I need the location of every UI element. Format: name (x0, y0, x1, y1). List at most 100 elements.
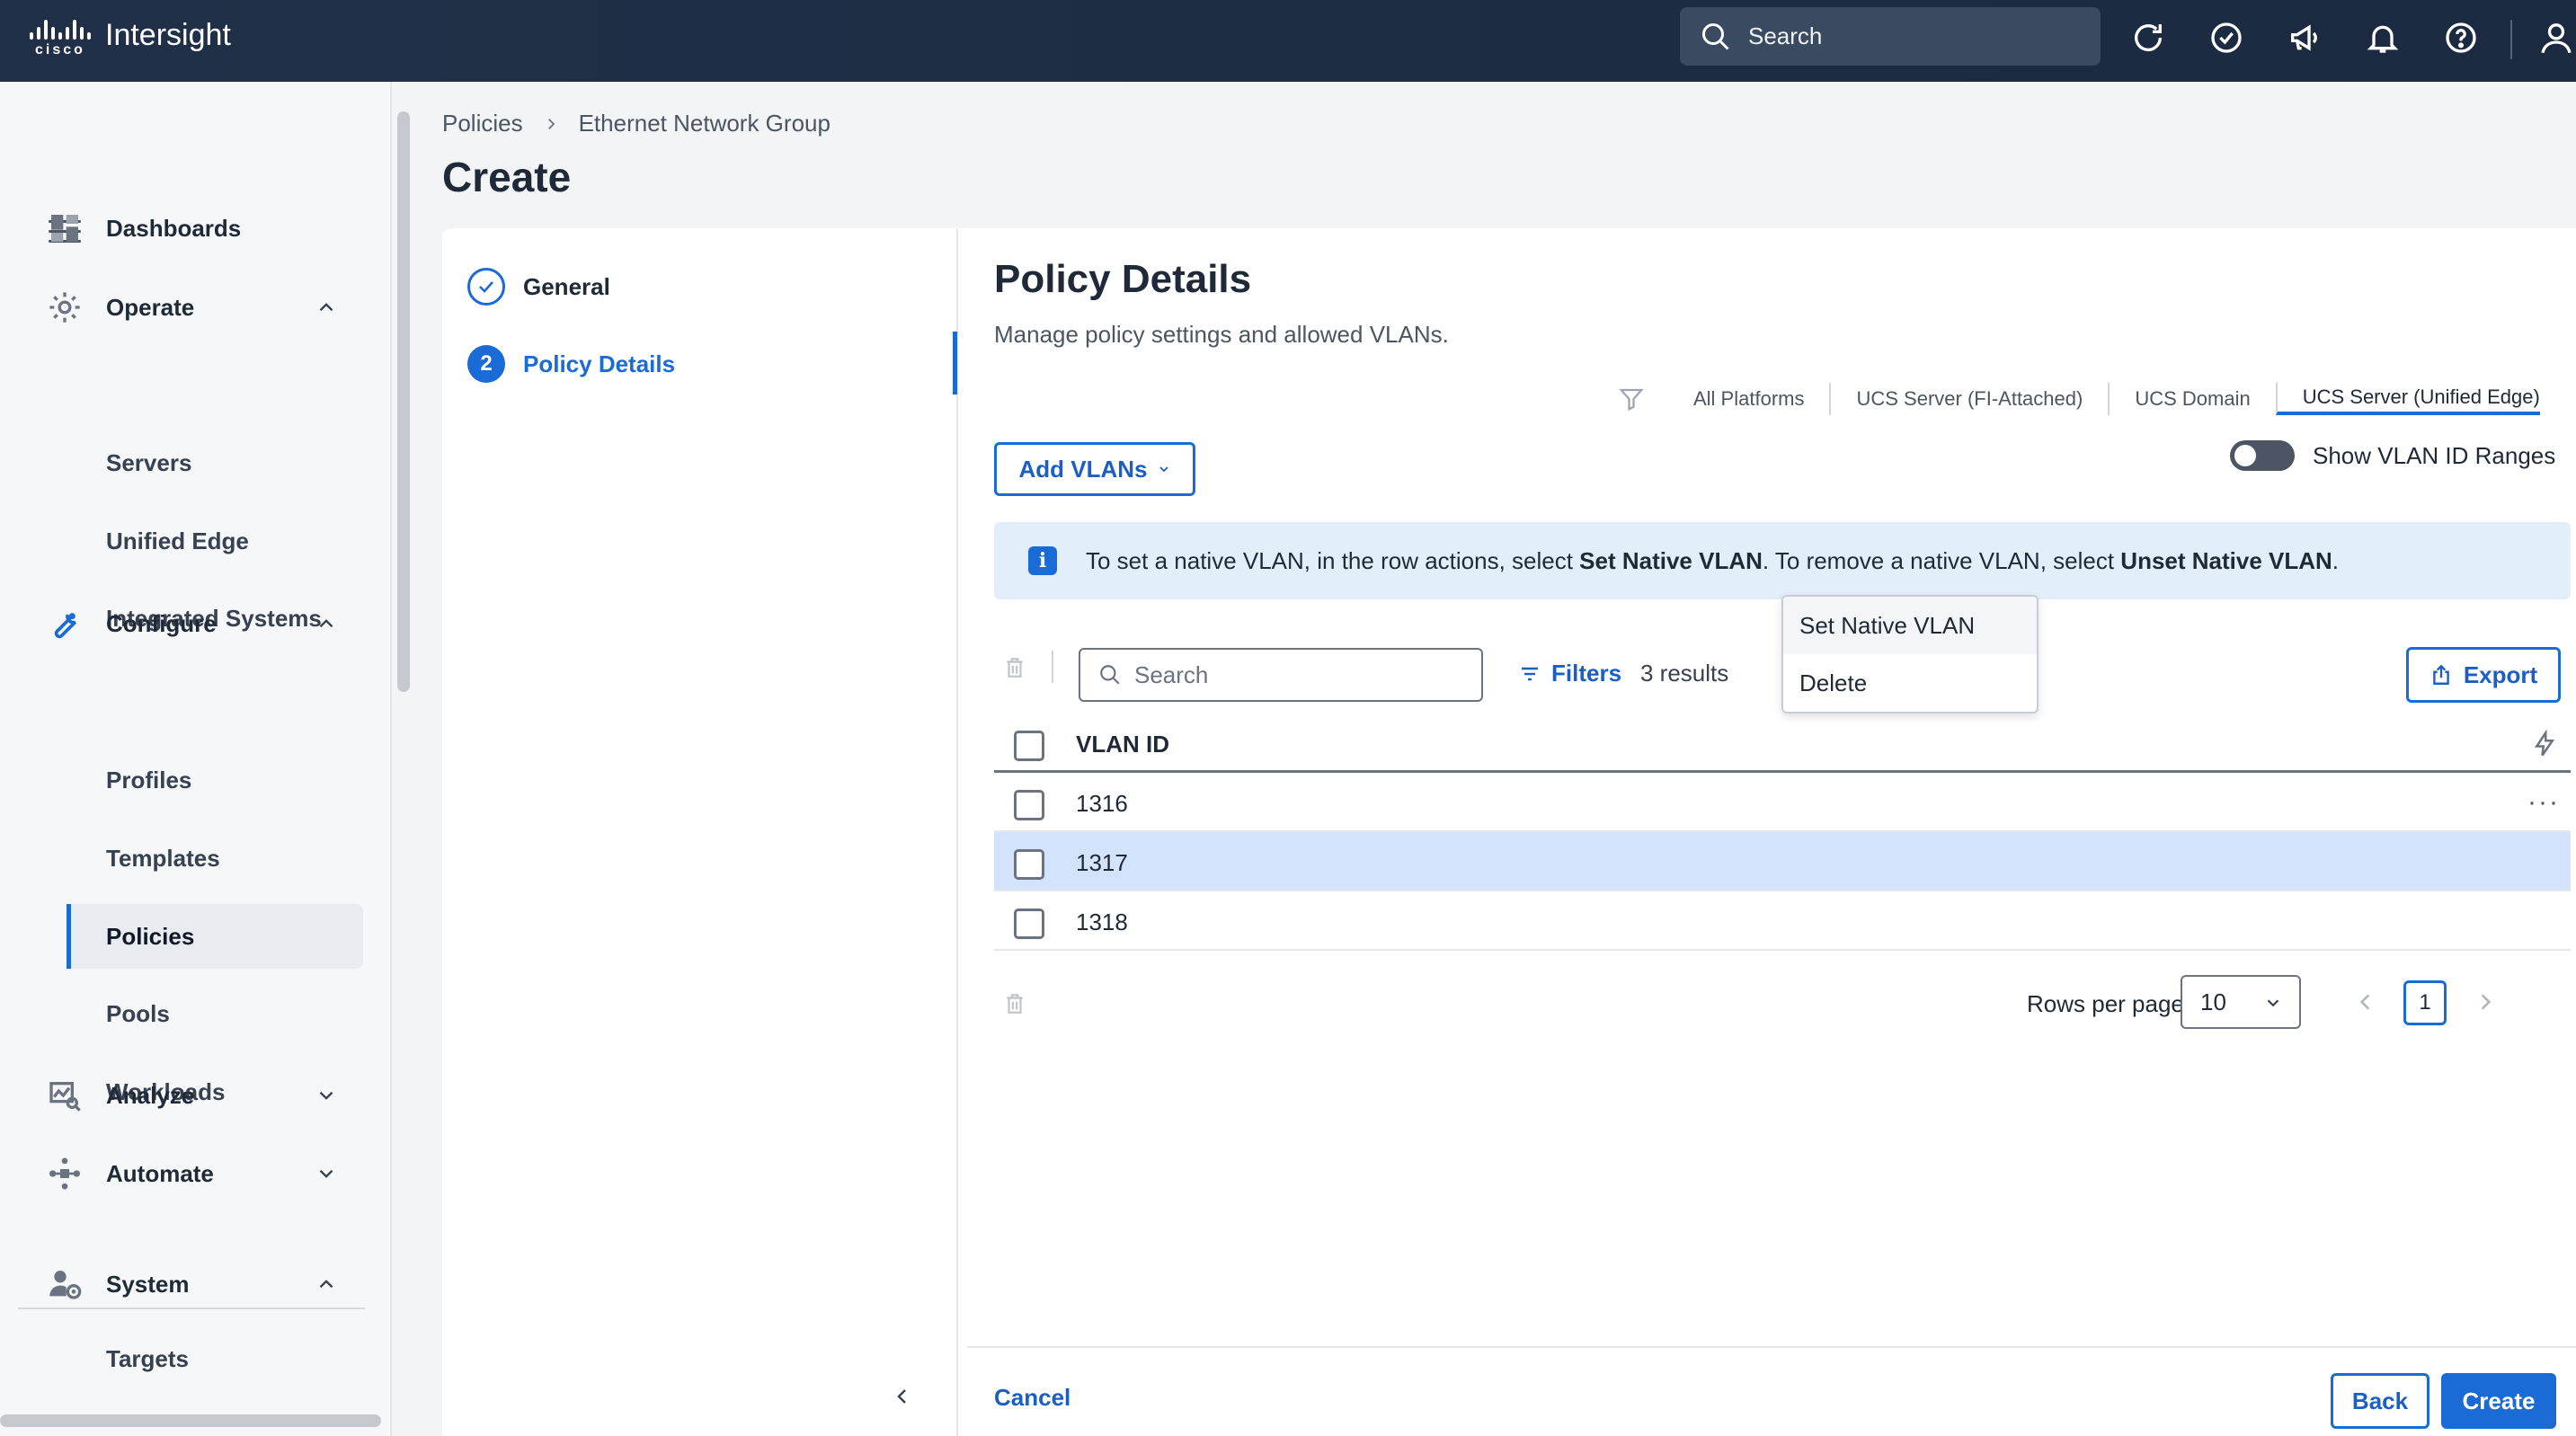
wizard-step-label: General (523, 272, 610, 300)
sidebar: Dashboards Operate Servers Unified Edge … (0, 82, 392, 1436)
sidebar-horizontal-scrollbar[interactable] (0, 1414, 381, 1427)
cancel-button[interactable]: Cancel (994, 1384, 1070, 1412)
sidebar-item-targets[interactable]: Targets (0, 1326, 365, 1391)
platform-tab-ucs-domain[interactable]: UCS Domain (2108, 383, 2275, 415)
wizard-step-general[interactable]: General (467, 268, 610, 306)
cisco-logo-word: cisco (35, 42, 85, 58)
sidebar-item-automate[interactable]: Automate (0, 1141, 365, 1206)
breadcrumb: Policies Ethernet Network Group (442, 110, 831, 137)
top-bar-divider (2510, 20, 2512, 59)
vlan-id-ranges-toggle[interactable]: Show VLAN ID Ranges (2230, 440, 2555, 471)
sidebar-item-system[interactable]: System (0, 1252, 365, 1316)
search-placeholder: Search (1134, 660, 1209, 688)
row-checkbox[interactable] (1014, 909, 1044, 939)
results-count: 3 results (1640, 660, 1729, 687)
operate-gear-icon (49, 292, 80, 323)
sidebar-vertical-scrollbar[interactable] (397, 111, 410, 692)
chevron-up-icon (319, 303, 333, 312)
prev-page-chevron-left-icon[interactable] (2354, 988, 2377, 1015)
wrench-icon (54, 613, 76, 639)
system-user-gear-icon (49, 1271, 82, 1299)
next-page-chevron-right-icon[interactable] (2474, 988, 2497, 1015)
platform-filter-tabs: All Platforms UCS Server (FI-Attached) U… (1618, 381, 2540, 417)
bell-icon[interactable] (2365, 20, 2401, 56)
chevron-down-icon (319, 1169, 333, 1178)
menu-item-delete[interactable]: Delete (1783, 654, 2037, 712)
sidebar-item-profiles[interactable]: Profiles (0, 748, 365, 812)
sidebar-item-pools[interactable]: Pools (0, 981, 365, 1046)
refresh-icon[interactable] (2130, 20, 2166, 56)
wizard-card: General 2 Policy Details Policy Details … (442, 228, 2576, 1436)
sidebar-item-operate[interactable]: Operate (0, 275, 365, 340)
sidebar-item-servers[interactable]: Servers (0, 430, 365, 495)
row-actions-menu: Set Native VLAN Delete (1781, 595, 2039, 714)
toggle-label: Show VLAN ID Ranges (2313, 441, 2556, 469)
rows-per-page-label: Rows per page (2027, 990, 2184, 1017)
platform-tab-ucs-server-fi-attached[interactable]: UCS Server (FI-Attached) (1829, 383, 2108, 415)
wizard-step-policy-details[interactable]: 2 Policy Details (467, 345, 675, 383)
check-circle-icon[interactable] (2208, 20, 2244, 56)
filters-button[interactable]: Filters (1519, 660, 1621, 687)
add-vlans-label: Add VLANs (1018, 455, 1148, 483)
row-checkbox[interactable] (1014, 849, 1044, 880)
chevron-up-icon (319, 619, 333, 628)
vlan-id-cell: 1316 (1076, 790, 1128, 817)
export-upload-icon (2433, 664, 2449, 685)
collapse-chevron-left-icon[interactable] (892, 1386, 913, 1407)
breadcrumb-policies-link[interactable]: Policies (442, 110, 523, 137)
toggle-switch[interactable] (2230, 440, 2295, 471)
sidebar-item-label: Operate (106, 293, 195, 321)
bulk-delete-trash-icon[interactable] (1003, 654, 1026, 681)
section-title: Policy Details (994, 257, 1252, 301)
row-checkbox[interactable] (1014, 790, 1044, 820)
sidebar-item-dashboards[interactable]: Dashboards (0, 196, 365, 261)
chevron-down-icon (319, 1091, 333, 1100)
info-icon: i (1028, 546, 1057, 575)
wizard-steps: General 2 Policy Details (442, 228, 958, 1436)
table-row[interactable]: 1317 (994, 832, 2571, 891)
top-bar: cisco Intersight Search (0, 0, 2576, 82)
create-button[interactable]: Create (2441, 1373, 2556, 1429)
rows-per-page-select[interactable]: 10 (2181, 975, 2301, 1029)
native-vlan-info-banner: i To set a native VLAN, in the row actio… (994, 522, 2571, 599)
back-button[interactable]: Back (2331, 1373, 2429, 1429)
analyze-chart-icon (49, 1082, 81, 1112)
sidebar-item-unified-edge[interactable]: Unified Edge (0, 509, 365, 573)
cisco-logo[interactable]: cisco (27, 18, 93, 61)
row-actions-ellipsis-icon[interactable]: ··· (2527, 787, 2560, 818)
megaphone-icon[interactable] (2287, 20, 2323, 56)
wizard-step-label: Policy Details (523, 350, 676, 377)
vlan-id-cell: 1318 (1076, 909, 1128, 935)
current-page-number[interactable]: 1 (2403, 980, 2447, 1025)
sidebar-item-label: Targets (106, 1344, 189, 1372)
user-icon[interactable] (2538, 20, 2574, 56)
vlan-table: VLAN ID 1316 ··· 1317 1318 (994, 714, 2571, 951)
platform-tab-all[interactable]: All Platforms (1693, 383, 1829, 415)
export-button[interactable]: Export (2406, 647, 2561, 703)
add-vlans-button[interactable]: Add VLANs (994, 442, 1195, 496)
platform-tab-ucs-server-unified-edge[interactable]: UCS Server (Unified Edge) (2275, 383, 2540, 415)
table-row[interactable]: 1316 ··· (994, 773, 2571, 832)
sidebar-item-templates[interactable]: Templates (0, 826, 365, 891)
sidebar-item-label: Profiles (106, 766, 192, 793)
sidebar-item-analyze[interactable]: Analyze (0, 1063, 365, 1128)
chevron-up-icon (319, 1280, 333, 1289)
automate-flow-icon (49, 1157, 80, 1190)
toolbar-separator (1052, 651, 1053, 683)
lightning-bolt-icon[interactable] (2531, 730, 2558, 758)
sidebar-item-configure[interactable]: Configure (0, 591, 365, 656)
search-icon (1100, 665, 1120, 685)
help-icon[interactable] (2443, 20, 2479, 56)
section-subtitle: Manage policy settings and allowed VLANs… (994, 321, 1449, 348)
sidebar-item-policies[interactable]: Policies (67, 904, 363, 969)
sidebar-item-label: System (106, 1270, 190, 1298)
column-header-vlan-id[interactable]: VLAN ID (1076, 731, 1169, 758)
footer-delete-trash-icon[interactable] (1003, 990, 1026, 1017)
wizard-step-number: 2 (467, 345, 505, 383)
global-search-bar[interactable]: Search (1680, 7, 2101, 66)
table-search-input[interactable]: Search (1079, 648, 1483, 702)
sidebar-item-label: Configure (106, 609, 217, 637)
menu-item-set-native-vlan[interactable]: Set Native VLAN (1783, 597, 2037, 654)
table-row[interactable]: 1318 (994, 891, 2571, 951)
select-all-checkbox[interactable] (1014, 731, 1044, 761)
